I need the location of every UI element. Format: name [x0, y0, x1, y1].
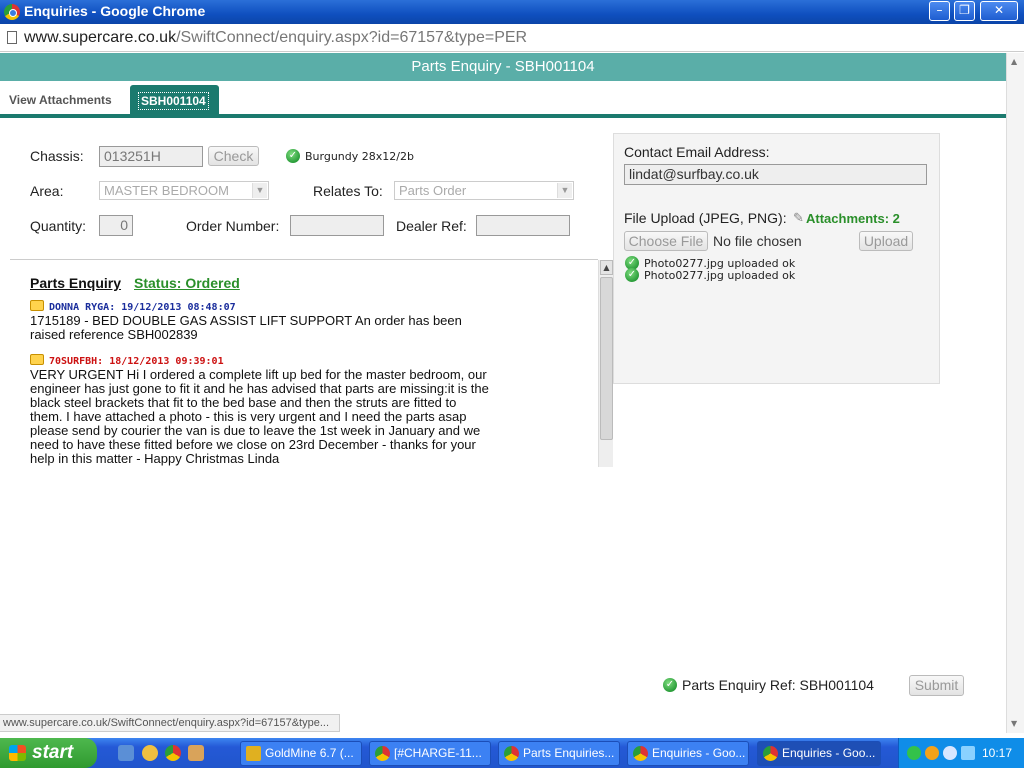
- taskbar-item-goldmine[interactable]: GoldMine 6.7 (...: [240, 741, 362, 766]
- tab-enquiry-label: SBH001104: [138, 92, 209, 110]
- page-title: Parts Enquiry - SBH001104: [0, 53, 1006, 81]
- order-number-label: Order Number:: [186, 218, 280, 234]
- app-icon[interactable]: [188, 745, 204, 761]
- paperclip-icon: ✎: [793, 210, 804, 225]
- goldmine-icon: [246, 746, 261, 761]
- outlook-icon[interactable]: [142, 745, 158, 761]
- chrome-icon: [633, 746, 648, 761]
- order-number-input[interactable]: [290, 215, 384, 236]
- window-title: Enquiries - Google Chrome: [24, 3, 206, 19]
- chevron-down-icon: ▼: [557, 183, 572, 198]
- start-button[interactable]: start: [0, 738, 97, 768]
- scroll-thumb[interactable]: [600, 277, 613, 440]
- status-badge: Status: Ordered: [134, 275, 240, 291]
- chrome-icon: [763, 746, 778, 761]
- check-ok-icon: ✓: [286, 149, 300, 163]
- check-button[interactable]: Check: [208, 146, 259, 166]
- relates-to-value: Parts Order: [399, 183, 467, 198]
- log-title: Parts Enquiry: [30, 275, 122, 291]
- relates-to-select[interactable]: Parts Order ▼: [394, 181, 574, 200]
- task-label: [#CHARGE-11...: [394, 746, 482, 760]
- chassis-label: Chassis:: [30, 148, 84, 164]
- check-ok-icon: ✓: [663, 678, 677, 692]
- chevron-down-icon: ▼: [252, 183, 267, 198]
- desktop-icon[interactable]: [118, 745, 134, 761]
- scroll-up-icon[interactable]: ▲: [1011, 57, 1017, 66]
- taskbar-item-parts-enquiries[interactable]: Parts Enquiries...: [498, 741, 620, 766]
- dealer-ref-label: Dealer Ref:: [396, 218, 467, 234]
- contact-panel: Contact Email Address: lindat@surfbay.co…: [613, 133, 940, 384]
- url-domain: www.supercare.co.uk: [24, 29, 177, 46]
- chassis-result: Burgundy 28x12/2b: [305, 150, 414, 163]
- chrome-icon: [375, 746, 390, 761]
- log-scrollbar[interactable]: ▲: [598, 260, 613, 467]
- system-tray: 10:17: [898, 738, 1024, 768]
- choose-file-button[interactable]: Choose File: [624, 231, 708, 251]
- dealer-ref-input[interactable]: [476, 215, 570, 236]
- tab-enquiry[interactable]: SBH001104: [130, 85, 219, 114]
- chrome-icon[interactable]: [165, 745, 181, 761]
- tab-bar: View Attachments SBH001104: [0, 81, 1006, 118]
- page-icon: [7, 31, 17, 44]
- windows-logo-icon: [9, 745, 26, 761]
- no-file-chosen: No file chosen: [713, 233, 802, 249]
- scroll-up-icon[interactable]: ▲: [600, 260, 613, 275]
- quantity-label: Quantity:: [30, 218, 87, 234]
- task-label: Parts Enquiries...: [523, 746, 615, 760]
- relates-to-label: Relates To:: [313, 183, 383, 199]
- upload-button[interactable]: Upload: [859, 231, 913, 251]
- task-label: GoldMine 6.7 (...: [265, 746, 354, 760]
- taskbar-item-enquiries-2[interactable]: Enquiries - Goo...: [757, 741, 881, 766]
- window-title-bar: Enquiries - Google Chrome – ❐ ✕: [0, 0, 1024, 24]
- submit-button[interactable]: Submit: [909, 675, 964, 696]
- area-label: Area:: [30, 183, 64, 199]
- enquiry-ref: Parts Enquiry Ref: SBH001104: [682, 677, 874, 693]
- log-message: DONNA RYGA: 19/12/2013 08:48:07 1715189 …: [30, 298, 490, 342]
- clock: 10:17: [981, 746, 1012, 760]
- comment-icon: [30, 354, 44, 365]
- message-text: VERY URGENT Hi I ordered a complete lift…: [30, 367, 489, 466]
- close-button[interactable]: ✕: [980, 1, 1018, 21]
- tab-view-attachments[interactable]: View Attachments: [9, 93, 112, 107]
- security-icon[interactable]: [925, 746, 939, 760]
- maximize-button[interactable]: ❐: [954, 1, 975, 21]
- comment-icon: [30, 300, 44, 311]
- message-text: 1715189 - BED DOUBLE GAS ASSIST LIFT SUP…: [30, 313, 462, 342]
- message-author: DONNA RYGA: 19/12/2013 08:48:07: [49, 302, 236, 313]
- page-scrollbar[interactable]: ▲ ▼: [1006, 53, 1024, 733]
- address-bar[interactable]: www.supercare.co.uk/SwiftConnect/enquiry…: [0, 24, 1024, 52]
- area-select[interactable]: MASTER BEDROOM ▼: [99, 181, 269, 200]
- taskbar: start GoldMine 6.7 (... [#CHARGE-11... P…: [0, 738, 1024, 768]
- start-label: start: [32, 742, 74, 763]
- chrome-icon: [504, 746, 519, 761]
- quantity-input[interactable]: 0: [99, 215, 133, 236]
- task-label: Enquiries - Goo...: [652, 746, 746, 760]
- message-author: 70SURFBH: 18/12/2013 09:39:01: [49, 356, 224, 367]
- taskbar-item-charge[interactable]: [#CHARGE-11...: [369, 741, 491, 766]
- url-path: /SwiftConnect/enquiry.aspx?id=67157&type…: [176, 29, 528, 46]
- chassis-input[interactable]: 013251H: [99, 146, 203, 167]
- file-upload-label: File Upload (JPEG, PNG):: [624, 210, 787, 226]
- attachments-count: Attachments: 2: [806, 211, 900, 226]
- search-icon[interactable]: [943, 746, 957, 760]
- log-message: 70SURFBH: 18/12/2013 09:39:01 VERY URGEN…: [30, 352, 490, 466]
- minimize-button[interactable]: –: [929, 1, 950, 21]
- status-url: www.supercare.co.uk/SwiftConnect/enquiry…: [0, 714, 340, 732]
- taskbar-item-enquiries-1[interactable]: Enquiries - Goo...: [627, 741, 749, 766]
- network-icon[interactable]: [907, 746, 921, 760]
- area-value: MASTER BEDROOM: [104, 183, 229, 198]
- check-ok-icon: ✓: [625, 268, 639, 282]
- email-label: Contact Email Address:: [624, 144, 770, 160]
- enquiry-log[interactable]: Parts Enquiry Status: Ordered DONNA RYGA…: [10, 260, 613, 467]
- scroll-down-icon[interactable]: ▼: [1011, 719, 1017, 728]
- volume-icon[interactable]: [961, 746, 975, 760]
- task-label: Enquiries - Goo...: [782, 746, 876, 760]
- upload-result: Photo0277.jpg uploaded ok: [644, 269, 796, 282]
- url-text[interactable]: www.supercare.co.uk/SwiftConnect/enquiry…: [24, 29, 527, 47]
- chrome-icon: [4, 4, 20, 20]
- email-input[interactable]: lindat@surfbay.co.uk: [624, 164, 927, 185]
